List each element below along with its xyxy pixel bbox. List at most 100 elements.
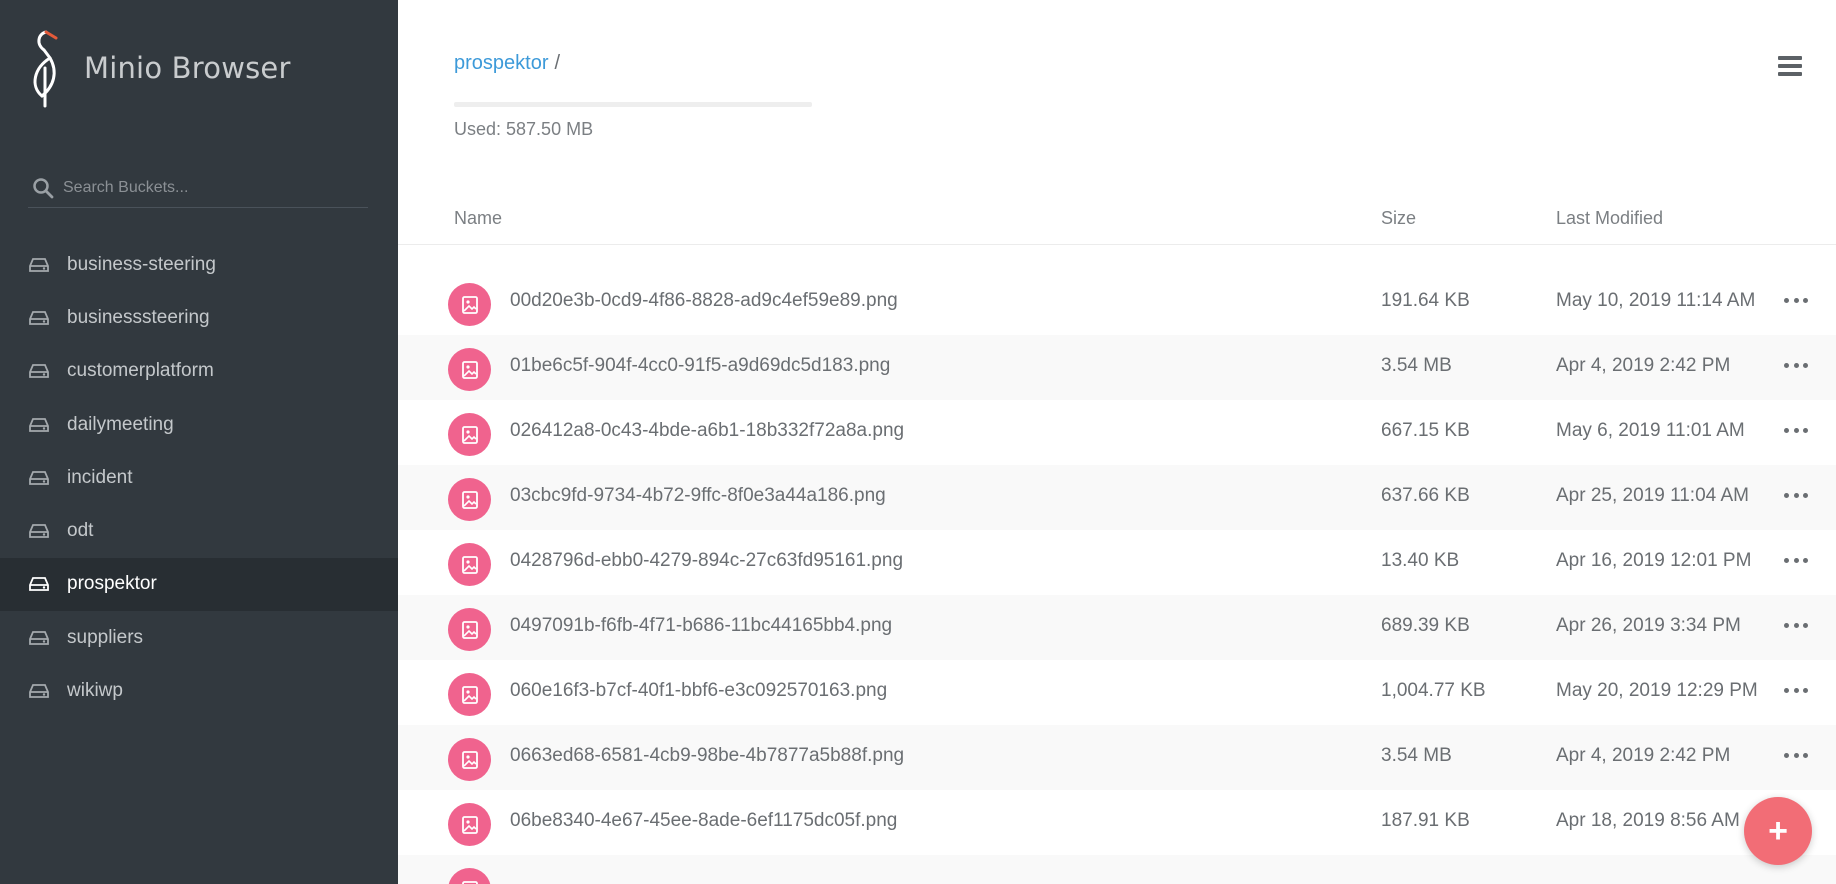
file-name[interactable]: 0663ed68-6581-4cb9-98be-4b7877a5b88f.png <box>510 745 904 767</box>
file-size: 13.40 KB <box>1381 550 1460 571</box>
bucket-search <box>28 168 368 208</box>
sidebar-item-prospektor[interactable]: prospektor <box>0 557 398 612</box>
sidebar-item-dailymeeting[interactable]: dailymeeting <box>0 398 398 451</box>
search-icon <box>33 177 54 198</box>
table-row[interactable]: 01be6c5f-904f-4cc0-91f5-a9d69dc5d183.png… <box>398 335 1836 400</box>
image-file-icon <box>448 283 491 326</box>
disk-icon <box>29 257 49 272</box>
sidebar: Minio Browser business-steering business… <box>0 0 398 884</box>
sidebar-item-odt[interactable]: odt <box>0 504 398 557</box>
image-file-icon <box>448 348 491 391</box>
file-size: 637.66 KB <box>1381 485 1470 506</box>
disk-icon <box>29 684 49 698</box>
file-modified: Apr 4, 2019 2:42 PM <box>1556 745 1731 766</box>
disk-icon <box>29 364 49 379</box>
add-fab-button[interactable]: + <box>1744 797 1812 865</box>
table-row[interactable]: 03cbc9fd-9734-4b72-9ffc-8f0e3a44a186.png… <box>398 465 1836 530</box>
sidebar-item-incident[interactable]: incident <box>0 451 398 504</box>
disk-icon <box>29 470 49 485</box>
bucket-label: customerplatform <box>67 360 214 382</box>
more-actions-icon[interactable] <box>1784 359 1808 371</box>
breadcrumb-separator: / <box>554 52 561 74</box>
disk-icon <box>29 524 49 539</box>
file-size: 191.64 KB <box>1381 290 1470 311</box>
more-actions-icon[interactable] <box>1784 294 1808 306</box>
brand: Minio Browser <box>26 28 291 108</box>
table-header: Name Size Last Modified <box>398 200 1836 245</box>
table-row[interactable]: 06be8340-4e67-45ee-8ade-6ef1175dc05f.png… <box>398 790 1836 855</box>
image-file-icon <box>448 673 491 716</box>
file-modified: Apr 26, 2019 3:34 PM <box>1556 615 1741 636</box>
file-modified: Apr 4, 2019 2:42 PM <box>1556 355 1731 376</box>
search-input[interactable] <box>63 178 353 197</box>
column-header-last-modified[interactable]: Last Modified <box>1556 208 1663 229</box>
bucket-label: suppliers <box>67 626 144 648</box>
file-name[interactable]: 0428796d-ebb0-4279-894c-27c63fd95161.png <box>510 550 903 572</box>
file-name[interactable]: 01be6c5f-904f-4cc0-91f5-a9d69dc5d183.png <box>510 355 890 377</box>
table-row[interactable]: 0428796d-ebb0-4279-894c-27c63fd95161.png… <box>398 530 1836 595</box>
more-actions-icon[interactable] <box>1784 489 1808 501</box>
sidebar-item-business-steering[interactable]: business-steering <box>0 238 398 291</box>
file-name[interactable]: 0497091b-f6fb-4f71-b686-11bc44165bb4.png <box>510 615 892 637</box>
sidebar-item-wikiwp[interactable]: wikiwp <box>0 664 398 717</box>
sidebar-item-suppliers[interactable]: suppliers <box>0 611 398 664</box>
breadcrumb: prospektor / <box>454 52 560 75</box>
file-modified: Apr 16, 2019 12:01 PM <box>1556 550 1752 571</box>
image-file-icon <box>448 478 491 521</box>
file-size: 187.91 KB <box>1381 810 1470 831</box>
bucket-label: prospektor <box>67 573 157 595</box>
file-modified: Apr 18, 2019 8:56 AM <box>1556 810 1740 831</box>
file-name[interactable]: 026412a8-0c43-4bde-a6b1-18b332f72a8a.png <box>510 420 904 442</box>
bucket-label: business-steering <box>67 253 216 275</box>
disk-icon <box>29 311 49 325</box>
more-actions-icon[interactable] <box>1784 554 1808 566</box>
file-size: 3.54 MB <box>1381 745 1452 766</box>
sidebar-item-customerplatform[interactable]: customerplatform <box>0 345 398 398</box>
file-size: 689.39 KB <box>1381 615 1470 636</box>
more-actions-icon[interactable] <box>1784 424 1808 436</box>
minio-logo <box>33 30 58 108</box>
table-row[interactable]: 0497091b-f6fb-4f71-b686-11bc44165bb4.png… <box>398 595 1836 660</box>
table-row[interactable]: 00d20e3b-0cd9-4f86-8828-ad9c4ef59e89.png… <box>398 270 1836 335</box>
bucket-label: businesssteering <box>67 306 210 328</box>
table-row[interactable]: 026412a8-0c43-4bde-a6b1-18b332f72a8a.png… <box>398 400 1836 465</box>
bucket-label: dailymeeting <box>67 413 174 435</box>
file-size: 3.54 MB <box>1381 355 1452 376</box>
column-header-name[interactable]: Name <box>454 208 502 229</box>
file-name[interactable]: 06be8340-4e67-45ee-8ade-6ef1175dc05f.png <box>510 810 897 832</box>
disk-icon <box>29 417 49 432</box>
breadcrumb-bucket-link[interactable]: prospektor <box>454 52 549 74</box>
image-file-icon <box>448 868 491 884</box>
bucket-label: wikiwp <box>67 680 123 702</box>
table-row[interactable]: 060e16f3-b7cf-40f1-bbf6-e3c092570163.png… <box>398 660 1836 725</box>
file-list: 00d20e3b-0cd9-4f86-8828-ad9c4ef59e89.png… <box>398 270 1836 884</box>
table-row[interactable]: 0663ed68-6581-4cb9-98be-4b7877a5b88f.png… <box>398 725 1836 790</box>
file-name[interactable]: 03cbc9fd-9734-4b72-9ffc-8f0e3a44a186.png <box>510 485 886 507</box>
image-file-icon <box>448 543 491 586</box>
app-title: Minio Browser <box>84 51 291 85</box>
file-modified: May 20, 2019 12:29 PM <box>1556 680 1758 701</box>
more-actions-icon[interactable] <box>1784 619 1808 631</box>
sidebar-item-businesssteering[interactable]: businesssteering <box>0 291 398 344</box>
more-actions-icon[interactable] <box>1784 684 1808 696</box>
file-name[interactable]: 00d20e3b-0cd9-4f86-8828-ad9c4ef59e89.png <box>510 290 898 312</box>
file-size: 667.15 KB <box>1381 420 1470 441</box>
image-file-icon <box>448 803 491 846</box>
column-header-size[interactable]: Size <box>1381 208 1416 229</box>
usage-text: Used: 587.50 MB <box>454 119 594 139</box>
file-modified: May 10, 2019 11:14 AM <box>1556 290 1756 311</box>
file-modified: Apr 25, 2019 11:04 AM <box>1556 485 1749 506</box>
disk-icon <box>29 577 49 592</box>
file-name[interactable]: 060e16f3-b7cf-40f1-bbf6-e3c092570163.png <box>510 680 887 702</box>
table-row-partial[interactable] <box>398 855 1836 884</box>
more-actions-icon[interactable] <box>1784 749 1808 761</box>
bucket-label: odt <box>67 520 94 542</box>
file-modified: May 6, 2019 11:01 AM <box>1556 420 1745 441</box>
usage-progress-bar <box>454 102 812 107</box>
image-file-icon <box>448 738 491 781</box>
main-content: prospektor / Used: 587.50 MB Name Size La… <box>398 0 1836 884</box>
image-file-icon <box>448 413 491 456</box>
bucket-list: business-steering businesssteering custo… <box>0 238 398 718</box>
hamburger-icon[interactable] <box>1778 56 1802 78</box>
file-size: 1,004.77 KB <box>1381 680 1486 701</box>
